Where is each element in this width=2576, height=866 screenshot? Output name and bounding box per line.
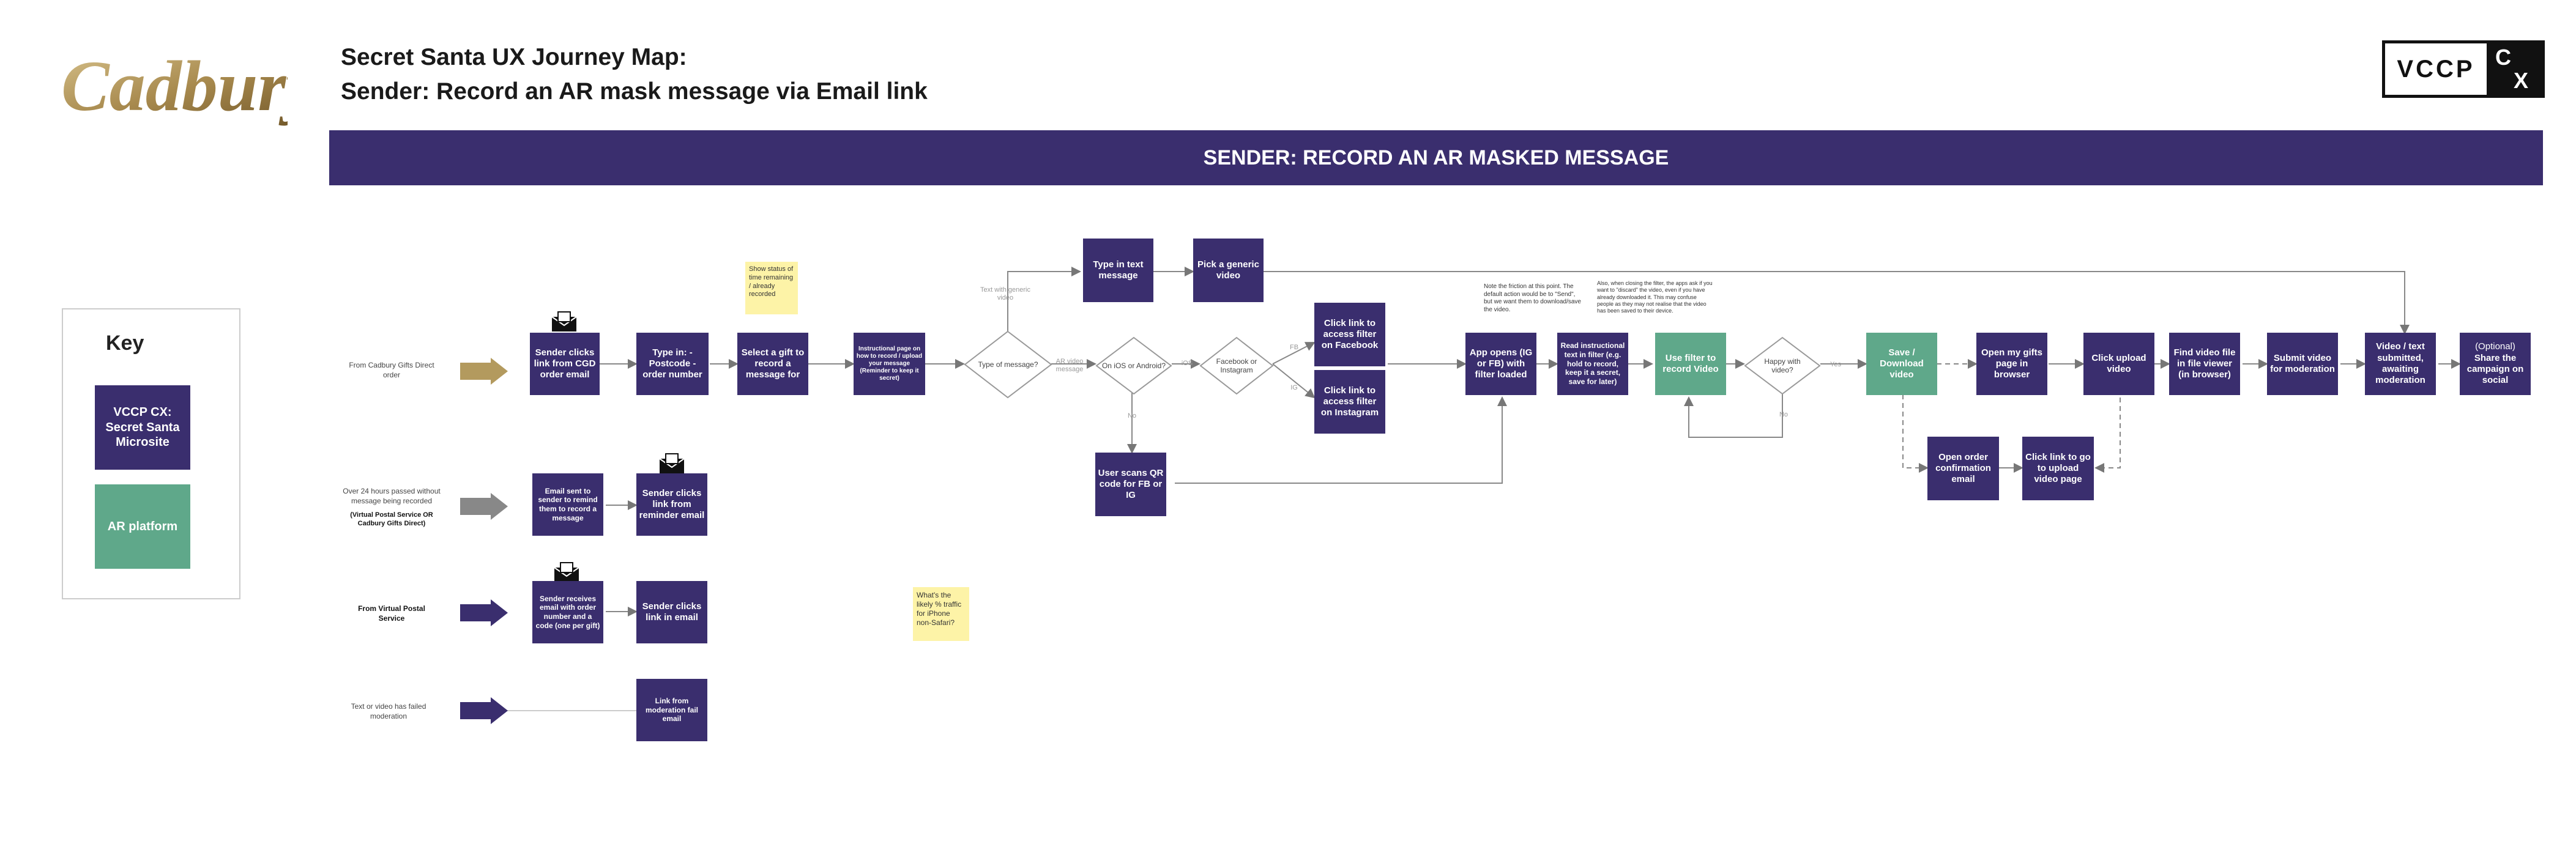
- step-user-scans-qr[interactable]: User scans QR code for FB or IG: [1095, 453, 1166, 516]
- edge: [2094, 398, 2121, 473]
- decision-happy: Happy with video?: [1744, 336, 1821, 395]
- decision-label: Type of message?: [978, 360, 1038, 369]
- flow-connectors: [502, 267, 2461, 711]
- decision-label: Facebook or Instagram: [1216, 357, 1257, 374]
- decision-ios-android: On iOS or Android?: [1095, 336, 1172, 395]
- step-pick-generic[interactable]: Pick a generic video: [1193, 239, 1264, 302]
- decision-type-of-message: Type of message?: [964, 330, 1052, 399]
- step-open-order-email[interactable]: Open order confirmation email: [1927, 437, 1999, 500]
- entry-label-cgd: From Cadbury Gifts Direct order: [349, 361, 434, 379]
- email-icon: [554, 562, 579, 582]
- entry-label-moderation: Text or video has failed moderation: [351, 702, 426, 720]
- step-click-upload[interactable]: Click upload video: [2083, 333, 2154, 395]
- step-sender-receives[interactable]: Sender receives email with order number …: [532, 581, 603, 643]
- email-icon: [659, 453, 685, 473]
- entry-arrow-purple-2: [460, 697, 508, 724]
- share-label: Share the campaign on social: [2466, 352, 2524, 386]
- edge: [1902, 394, 1929, 473]
- entry-label-24h-sub: (Virtual Postal Service OR Cadbury Gifts…: [350, 511, 433, 528]
- step-link-moderation[interactable]: Link from moderation fail email: [636, 679, 707, 741]
- edge: [1248, 271, 2410, 335]
- email-icon: [551, 311, 577, 331]
- step-filter-facebook[interactable]: Click link to access filter on Facebook: [1314, 303, 1385, 366]
- step-sender-clicks-cgd[interactable]: Sender clicks link from CGD order email: [530, 333, 600, 395]
- edge-label-no: No: [1127, 412, 1137, 420]
- step-use-filter[interactable]: Use filter to record Video: [1655, 333, 1726, 395]
- share-optional-label: (Optional): [2475, 341, 2515, 352]
- step-submit-video[interactable]: Submit video for moderation: [2267, 333, 2338, 395]
- step-filter-instagram[interactable]: Click link to access filter on Instagram: [1314, 370, 1385, 434]
- entry-arrow-purple: [460, 599, 508, 626]
- step-find-video[interactable]: Find video file in file viewer (in brows…: [2169, 333, 2240, 395]
- entry-label-vps: From Virtual Postal Service: [358, 604, 425, 623]
- step-type-text[interactable]: Type in text message: [1083, 239, 1153, 302]
- step-sender-clicks-reminder[interactable]: Sender clicks link from reminder email: [636, 473, 707, 536]
- annotation-friction: Note the friction at this point. The def…: [1484, 283, 1581, 313]
- step-save-download[interactable]: Save / Download video: [1866, 333, 1937, 395]
- edge: [1272, 363, 1316, 399]
- edge-label-ar-video: AR video message: [1055, 358, 1084, 374]
- entry-arrow-grey: [460, 493, 508, 520]
- entry-arrow-gold: [460, 358, 508, 385]
- annotation-filter-discard: Also, when closing the filter, the apps …: [1597, 280, 1713, 314]
- sticky-note-traffic: What's the likely % traffic for iPhone n…: [913, 587, 969, 641]
- entry-label-24h: Over 24 hours passed without message bei…: [343, 487, 441, 505]
- decision-label: On iOS or Android?: [1101, 361, 1166, 370]
- step-type-in[interactable]: Type in: - Postcode - order number: [636, 333, 709, 395]
- step-read-instructional[interactable]: Read instructional text in filter (e.g. …: [1557, 333, 1628, 395]
- step-select-gift[interactable]: Select a gift to record a message for: [737, 333, 808, 395]
- step-video-submitted[interactable]: Video / text submitted, awaiting moderat…: [2365, 333, 2436, 395]
- edge-label-ig: IG: [1290, 384, 1298, 391]
- step-app-opens[interactable]: App opens (IG or FB) with filter loaded: [1465, 333, 1536, 395]
- sticky-note-status: Show status of time remaining / already …: [745, 262, 798, 314]
- edge-label-no-2: No: [1779, 411, 1789, 418]
- decision-label: Happy with video?: [1764, 357, 1801, 374]
- step-open-gifts-page[interactable]: Open my gifts page in browser: [1976, 333, 2047, 395]
- step-click-link-upload-page[interactable]: Click link to go to upload video page: [2022, 437, 2094, 500]
- decision-fb-ig: Facebook or Instagram: [1199, 336, 1274, 395]
- edge: [1684, 391, 1783, 438]
- edge-label-yes: Yes: [1830, 361, 1841, 368]
- step-email-sent[interactable]: Email sent to sender to remind them to r…: [532, 473, 603, 536]
- edge-label-fb: FB: [1289, 344, 1299, 351]
- edge-label-ios: iOS: [1181, 360, 1193, 367]
- step-instructional-page[interactable]: Instructional page on how to record / up…: [854, 333, 925, 395]
- step-share[interactable]: (Optional) Share the campaign on social: [2460, 333, 2531, 395]
- edge-label-text-generic: Text with generic video: [980, 286, 1030, 302]
- step-sender-clicks-link[interactable]: Sender clicks link in email: [636, 581, 707, 643]
